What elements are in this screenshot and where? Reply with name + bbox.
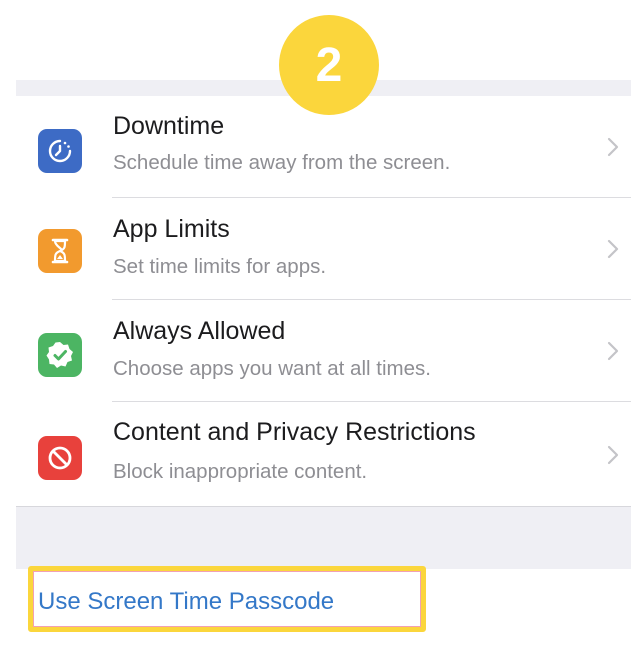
- app-limits-row[interactable]: App Limits Set time limits for apps.: [16, 198, 631, 300]
- content-privacy-subtitle: Block inappropriate content.: [113, 460, 368, 483]
- checkmark-badge-icon: [38, 333, 82, 377]
- content-privacy-row[interactable]: Content and Privacy Restrictions Block i…: [16, 402, 631, 506]
- downtime-subtitle: Schedule time away from the screen.: [113, 151, 451, 174]
- app-limits-subtitle: Set time limits for apps.: [113, 255, 327, 278]
- downtime-icon: [38, 129, 82, 173]
- always-allowed-row[interactable]: Always Allowed Choose apps you want at a…: [16, 300, 631, 402]
- app-limits-title: App Limits: [113, 215, 230, 243]
- downtime-title: Downtime: [113, 112, 225, 140]
- always-allowed-subtitle: Choose apps you want at all times.: [113, 357, 431, 380]
- chevron-right-icon: [607, 137, 619, 157]
- chevron-right-icon: [607, 239, 619, 259]
- always-allowed-title: Always Allowed: [113, 317, 286, 345]
- restriction-icon: [38, 436, 82, 480]
- group-separator-bottom: [16, 506, 631, 570]
- hourglass-icon: [38, 229, 82, 273]
- chevron-right-icon: [607, 445, 619, 465]
- settings-list: Downtime Schedule time away from the scr…: [16, 96, 631, 506]
- content-privacy-title: Content and Privacy Restrictions: [113, 418, 476, 446]
- chevron-right-icon: [607, 341, 619, 361]
- step-number-badge: 2: [279, 15, 379, 115]
- use-screen-time-passcode-link[interactable]: Use Screen Time Passcode: [38, 588, 334, 616]
